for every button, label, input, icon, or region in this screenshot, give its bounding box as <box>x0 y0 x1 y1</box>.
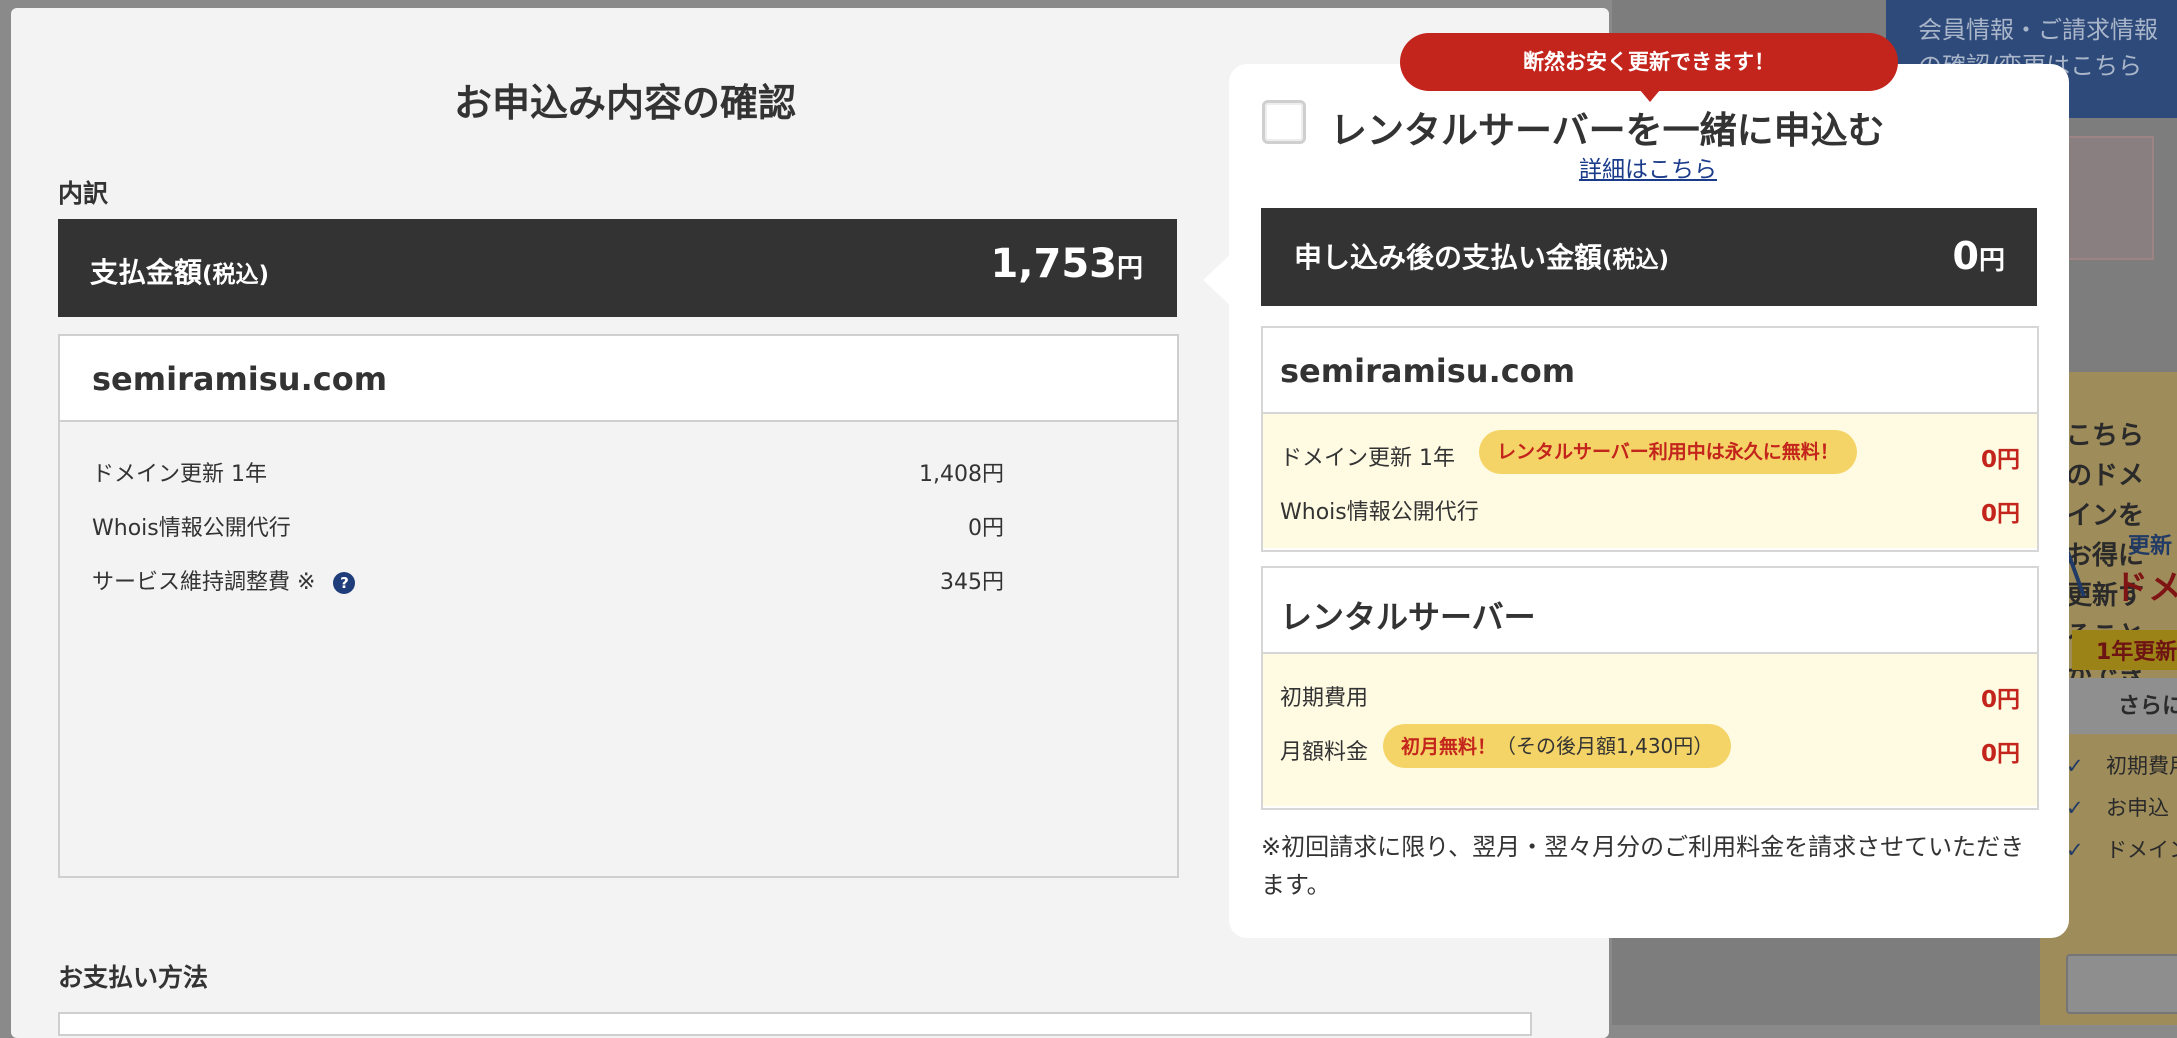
campaign-band-text: 1年更新 <box>2096 640 2177 665</box>
details-link: 詳細はこちら <box>1579 157 1717 183</box>
page-title: お申込み内容の確認 <box>453 81 796 125</box>
rental-server-card: レンタルサーバー 初期費用 0円 月額料金 0円 初月無料！（その後月額1,43… <box>1261 566 2039 810</box>
campaign-button[interactable] <box>2066 954 2177 1014</box>
campaign-white-text: さらに <box>2118 694 2177 719</box>
first-month-free-badge: 初月無料！（その後月額1,430円） <box>1383 724 1732 768</box>
campaign-check-item: お申込 <box>2066 794 2177 822</box>
rental-server-option-label[interactable]: レンタルサーバーを一緒に申込む <box>1330 100 1885 154</box>
domain-card: semiramisu.com ドメイン更新 1年 0円 レンタルサーバー利用中は… <box>1261 326 2039 552</box>
campaign-check-item: ドメイン きる <box>2066 836 2177 864</box>
domain-card-title: semiramisu.com <box>1280 352 1576 390</box>
total-label: 支払金額(税込) <box>90 256 270 289</box>
after-order-total-bar: 申し込み後の支払い金額(税込) 0円 <box>1261 208 2037 306</box>
payment-method-label: お支払い方法 <box>58 963 209 992</box>
campaign-check-item: 初期費用 初回0円 <box>2066 752 2177 780</box>
campaign-blue-text: 更新 <box>2128 534 2173 559</box>
after-order-total-amount: 0円 <box>1952 234 2005 278</box>
campaign-red-text: ドメ <box>2114 568 2177 608</box>
rental-server-card-header: レンタルサーバー <box>1263 568 2037 654</box>
promo-badge: 断然お安く更新できます！ <box>1400 33 1898 91</box>
total-amount-bar: 支払金額(税込) 1,753円 <box>58 219 1177 317</box>
help-icon[interactable]: ? <box>333 572 356 594</box>
domain-name: semiramisu.com <box>92 360 388 398</box>
billing-note: ※初回請求に限り、翌月・翌々月分のご利用料金を請求させていただきます。 <box>1261 833 2025 899</box>
domain-card-header: semiramisu.com <box>1263 328 2037 414</box>
campaign-check-list: 初期費用 初回0円 お申込 ドメイン きる <box>2066 752 2177 878</box>
popover-arrow <box>1203 254 1231 306</box>
payment-method-box[interactable] <box>58 1012 1532 1036</box>
rental-server-checkbox[interactable] <box>1262 100 1306 144</box>
domain-card-body: ドメイン更新 1年 0円 レンタルサーバー利用中は永久に無料！ Whois情報公… <box>1263 414 2037 548</box>
after-order-total-label: 申し込み後の支払い金額(税込) <box>1294 241 1670 274</box>
total-amount: 1,753円 <box>990 241 1143 287</box>
domain-header: semiramisu.com <box>60 336 1177 422</box>
order-detail-box: semiramisu.com ドメイン更新 1年 1,408円 Whois情報公… <box>58 334 1179 878</box>
rental-server-card-title: レンタルサーバー <box>1280 598 1536 636</box>
rental-server-card-body: 初期費用 0円 月額料金 0円 初月無料！（その後月額1,430円） <box>1263 654 2037 806</box>
free-forever-badge: レンタルサーバー利用中は永久に無料！ <box>1479 430 1857 474</box>
